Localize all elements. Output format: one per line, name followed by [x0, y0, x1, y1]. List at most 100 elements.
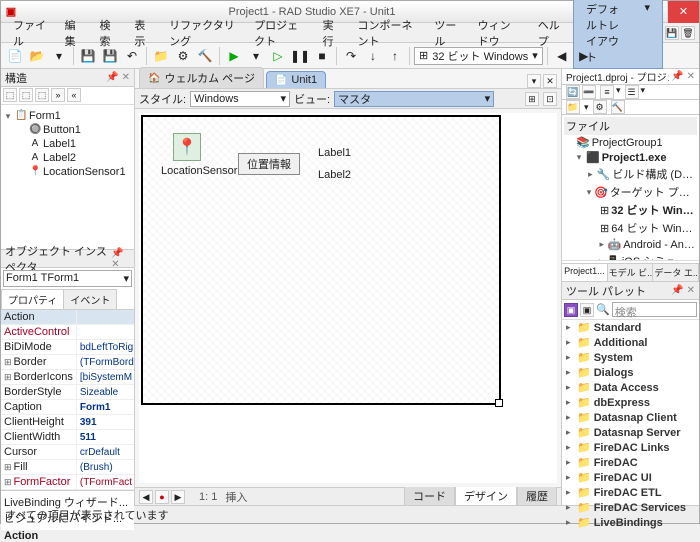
- pm-tab-model[interactable]: モデル ビ...: [608, 264, 654, 281]
- view-combo[interactable]: マスタ▾: [334, 91, 494, 107]
- new-icon[interactable]: 📄: [5, 46, 25, 66]
- property-row[interactable]: ClientWidth511: [1, 430, 134, 445]
- palette-category[interactable]: ▸📁FireDAC Links: [562, 440, 699, 455]
- locationsensor-component[interactable]: 📍: [173, 133, 201, 161]
- tree-item[interactable]: ALabel1: [3, 137, 132, 151]
- palette-category[interactable]: ▸📁Additional: [562, 335, 699, 350]
- pm-tool-icon[interactable]: 📁: [566, 100, 580, 114]
- property-row[interactable]: CaptionForm1: [1, 400, 134, 415]
- stepover-icon[interactable]: ↷: [341, 46, 361, 66]
- menu-window[interactable]: ウィンドウ: [470, 15, 528, 51]
- palette-category[interactable]: ▸📁FireDAC ETL: [562, 485, 699, 500]
- nav-prev-icon[interactable]: ◀: [139, 490, 153, 504]
- run-nodebug-icon[interactable]: ▷: [268, 46, 288, 66]
- dropdown-icon[interactable]: ▾: [49, 46, 69, 66]
- palette-category[interactable]: ▸📁dbExpress: [562, 395, 699, 410]
- palette-category[interactable]: ▸📁Dialogs: [562, 365, 699, 380]
- project-tree[interactable]: ファイル 📚 ProjectGroup1 ▾⬛ Project1.exe ▸🔧 …: [562, 115, 699, 260]
- stepout-icon[interactable]: ↑: [385, 46, 405, 66]
- tree-item[interactable]: 🔘Button1: [3, 123, 132, 137]
- panel-pin-icon[interactable]: 📌 ✕: [106, 72, 130, 83]
- saveall-icon[interactable]: 💾: [100, 46, 120, 66]
- undo-icon[interactable]: ↶: [122, 46, 142, 66]
- pm-add-icon[interactable]: 🔄: [566, 85, 580, 99]
- property-grid[interactable]: ActionActiveControlBiDiModebdLeftToRig⊞B…: [1, 310, 134, 490]
- tab-history[interactable]: 履歴: [517, 487, 557, 506]
- pause-icon[interactable]: ❚❚: [290, 46, 310, 66]
- target-combo[interactable]: ⊞ 32 ビット Windows ▾: [414, 47, 543, 65]
- palette-category[interactable]: ▸📁System: [562, 350, 699, 365]
- palette-category[interactable]: ▸📁FireDAC: [562, 455, 699, 470]
- run-dropdown-icon[interactable]: ▾: [246, 46, 266, 66]
- tab-nav-icon[interactable]: ▾: [527, 74, 541, 88]
- view-tool-icon[interactable]: ⊡: [543, 92, 557, 106]
- property-row[interactable]: CursorcrDefault: [1, 445, 134, 460]
- palette-mode-icon[interactable]: ▣: [580, 303, 594, 317]
- property-row[interactable]: ClientHeight391: [1, 415, 134, 430]
- forward-icon[interactable]: ▶: [574, 46, 594, 66]
- build-icon[interactable]: 🔨: [195, 46, 215, 66]
- tab-unit1[interactable]: 📄 Unit1: [266, 71, 326, 88]
- stepin-icon[interactable]: ↓: [363, 46, 383, 66]
- label1[interactable]: Label1: [318, 147, 351, 159]
- layout-save-icon[interactable]: 💾: [665, 26, 679, 40]
- view-tool-icon[interactable]: ⊞: [525, 92, 539, 106]
- pm-remove-icon[interactable]: ➖: [582, 85, 596, 99]
- back-icon[interactable]: ◀: [552, 46, 572, 66]
- property-row[interactable]: ⊞BorderIcons[biSystemM: [1, 370, 134, 385]
- style-combo[interactable]: Windows▾: [190, 91, 290, 107]
- pm-tab-project[interactable]: Project1...: [562, 264, 608, 281]
- run-icon[interactable]: ▶: [224, 46, 244, 66]
- palette-search-input[interactable]: 検索: [612, 302, 697, 317]
- palette-category[interactable]: ▸📁LiveBindings: [562, 515, 699, 530]
- nav-next-icon[interactable]: ▶: [171, 490, 185, 504]
- expand-icon[interactable]: »: [51, 88, 65, 102]
- tab-design[interactable]: デザイン: [455, 487, 517, 506]
- palette-category[interactable]: ▸📁FireDAC UI: [562, 470, 699, 485]
- panel-pin-icon[interactable]: 📌 ✕: [111, 248, 130, 270]
- palette-category[interactable]: ▸📁Standard: [562, 320, 699, 335]
- property-row[interactable]: BorderStyleSizeable: [1, 385, 134, 400]
- pm-tab-data[interactable]: データ エ...: [653, 264, 699, 281]
- panel-pin-icon[interactable]: 📌 ✕: [671, 285, 695, 296]
- button1[interactable]: 位置情報: [238, 153, 300, 175]
- tab-close-icon[interactable]: ✕: [543, 74, 557, 88]
- struct-tool-icon[interactable]: ⬚: [3, 88, 17, 102]
- record-icon[interactable]: ●: [155, 490, 169, 504]
- palette-category[interactable]: ▸📁Datasnap Server: [562, 425, 699, 440]
- struct-tool-icon[interactable]: ⬚: [35, 88, 49, 102]
- save-icon[interactable]: 💾: [78, 46, 98, 66]
- palette-filter-icon[interactable]: ▣: [564, 303, 578, 317]
- form-canvas[interactable]: 📍 LocationSensor1 位置情報 Label1 Label2: [141, 115, 501, 405]
- struct-tool-icon[interactable]: ⬚: [19, 88, 33, 102]
- tree-root[interactable]: ▾📋Form1: [3, 109, 132, 123]
- collapse-icon[interactable]: «: [67, 88, 81, 102]
- compile-icon[interactable]: ⚙: [173, 46, 193, 66]
- oi-object-combo[interactable]: Form1 TForm1▾: [3, 270, 132, 287]
- palette-category[interactable]: ▸📁FireDAC Services: [562, 500, 699, 515]
- layout-delete-icon[interactable]: 🗑: [681, 26, 695, 40]
- tab-events[interactable]: イベント: [63, 289, 117, 309]
- property-row[interactable]: ⊞Border(TFormBord: [1, 355, 134, 370]
- tree-item[interactable]: ALabel2: [3, 151, 132, 165]
- property-row[interactable]: ⊞FormFactor(TFormFact: [1, 475, 134, 490]
- pm-view-icon[interactable]: ≡: [600, 85, 614, 99]
- property-row[interactable]: Action: [1, 310, 134, 325]
- tab-properties[interactable]: プロパティ: [1, 289, 64, 309]
- folder-icon[interactable]: 📁: [151, 46, 171, 66]
- palette-category[interactable]: ▸📁Data Access: [562, 380, 699, 395]
- stop-icon[interactable]: ■: [312, 46, 332, 66]
- tab-welcome[interactable]: 🏠 ウェルカム ページ: [139, 67, 264, 88]
- pm-tool-icon[interactable]: 🔨: [611, 100, 625, 114]
- panel-pin-icon[interactable]: 📌 ✕: [671, 71, 695, 82]
- tree-item[interactable]: 📍LocationSensor1: [3, 165, 132, 179]
- tab-code[interactable]: コード: [404, 487, 455, 506]
- pm-list-icon[interactable]: ☰: [625, 85, 639, 99]
- label2[interactable]: Label2: [318, 169, 351, 181]
- menu-tools[interactable]: ツール: [426, 15, 467, 51]
- form-designer[interactable]: 📍 LocationSensor1 位置情報 Label1 Label2: [139, 113, 557, 483]
- palette-category[interactable]: ▸📁Datasnap Client: [562, 410, 699, 425]
- property-row[interactable]: ActiveControl: [1, 325, 134, 340]
- property-row[interactable]: BiDiModebdLeftToRig: [1, 340, 134, 355]
- pm-tool-icon[interactable]: ⚙: [593, 100, 607, 114]
